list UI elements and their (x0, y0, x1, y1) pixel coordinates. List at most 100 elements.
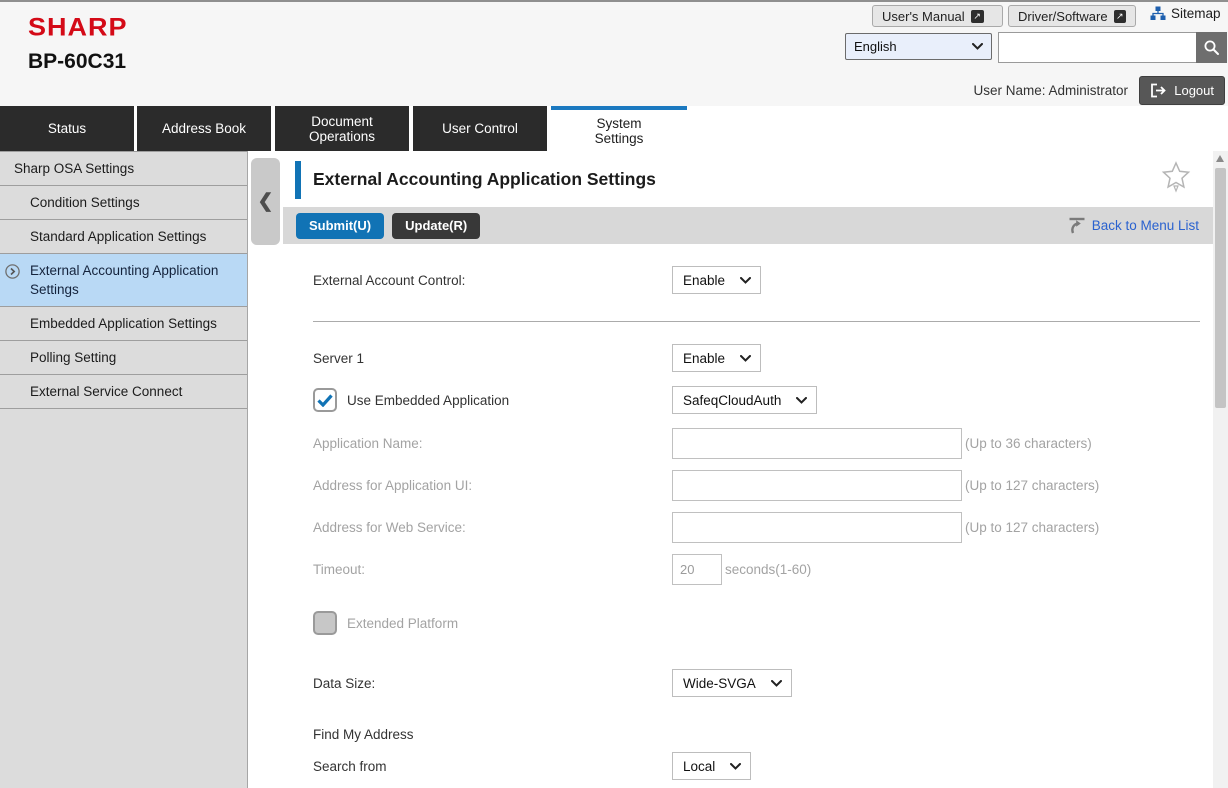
application-name-input[interactable] (672, 428, 962, 459)
timeout-row: Timeout: seconds(1-60) (313, 554, 1213, 585)
sidebar-item-external-accounting-application-settings[interactable]: External Accounting Application Settings (0, 254, 247, 307)
title-accent-bar (295, 161, 301, 199)
search-from-label: Search from (313, 759, 672, 774)
server1-row: Server 1 Enable (313, 344, 1213, 372)
main-content: External Accounting Application Settings… (283, 151, 1213, 788)
use-embedded-application-row: Use Embedded Application SafeqCloudAuth (313, 386, 1213, 414)
title-row: External Accounting Application Settings (283, 151, 1213, 207)
server1-select[interactable]: Enable (672, 344, 761, 372)
sidebar: Sharp OSA Settings Condition Settings St… (0, 151, 248, 788)
extended-platform-row: Extended Platform (313, 611, 1213, 635)
selected-value: SafeqCloudAuth (683, 393, 781, 408)
sharp-logo: SHARP (28, 13, 128, 42)
sidebar-nav: Sharp OSA Settings Condition Settings St… (0, 151, 247, 409)
external-account-control-row: External Account Control: Enable (313, 266, 1213, 294)
address-application-ui-input[interactable] (672, 470, 962, 501)
data-size-label: Data Size: (313, 676, 672, 691)
search-button[interactable] (1196, 32, 1227, 63)
sidebar-item-label: Sharp OSA Settings (14, 161, 134, 176)
logout-icon (1150, 83, 1167, 98)
sidebar-collapse-button[interactable]: ❮ (251, 158, 280, 245)
favorite-star-icon[interactable] (1161, 161, 1191, 193)
driver-software-button[interactable]: Driver/Software ↗ (1008, 5, 1136, 27)
users-manual-button[interactable]: User's Manual ↗ (872, 5, 1003, 27)
address-web-service-row: Address for Web Service: (Up to 127 char… (313, 512, 1213, 543)
logout-button[interactable]: Logout (1139, 76, 1225, 105)
address-application-ui-label: Address for Application UI: (313, 478, 672, 493)
chevron-down-icon (740, 277, 751, 284)
scrollbar-thumb[interactable] (1215, 168, 1226, 408)
external-account-control-select[interactable]: Enable (672, 266, 761, 294)
application-name-row: Application Name: (Up to 36 characters) (313, 428, 1213, 459)
tab-label: User Control (442, 121, 518, 136)
language-select[interactable]: English (845, 33, 992, 60)
section-divider (313, 321, 1200, 322)
sidebar-item-standard-application-settings[interactable]: Standard Application Settings (0, 220, 247, 254)
sidebar-item-external-service-connect[interactable]: External Service Connect (0, 375, 247, 409)
use-embedded-application-label: Use Embedded Application (347, 393, 509, 408)
vertical-scrollbar[interactable] (1213, 151, 1228, 788)
search-input[interactable] (998, 32, 1197, 63)
sidebar-item-label: External Accounting Application Settings (30, 263, 218, 297)
timeout-hint: seconds(1-60) (725, 562, 811, 577)
find-my-address-label: Find My Address (313, 727, 1213, 742)
data-size-select[interactable]: Wide-SVGA (672, 669, 792, 697)
sitemap-label: Sitemap (1171, 6, 1221, 21)
update-button[interactable]: Update(R) (392, 213, 480, 239)
sidebar-item-sharp-osa-settings[interactable]: Sharp OSA Settings (0, 152, 247, 186)
chevron-down-icon (730, 763, 741, 770)
server1-label: Server 1 (313, 351, 672, 366)
sidebar-item-embedded-application-settings[interactable]: Embedded Application Settings (0, 307, 247, 341)
extended-platform-checkbox[interactable] (313, 611, 337, 635)
sitemap-link[interactable]: Sitemap (1150, 6, 1221, 21)
action-toolbar: Submit(U) Update(R) Back to Menu List (283, 207, 1213, 244)
checkmark-icon (317, 394, 333, 407)
external-link-icon: ↗ (1114, 10, 1126, 23)
application-name-label: Application Name: (313, 436, 672, 451)
selected-value: Enable (683, 273, 725, 288)
sidebar-item-label: Embedded Application Settings (30, 316, 217, 331)
tab-system-settings[interactable]: System Settings (551, 106, 687, 151)
sidebar-item-label: Polling Setting (30, 350, 116, 365)
timeout-label: Timeout: (313, 562, 672, 577)
sidebar-item-polling-setting[interactable]: Polling Setting (0, 341, 247, 375)
current-item-arrow-icon (5, 264, 20, 279)
extended-platform-label: Extended Platform (347, 616, 458, 631)
use-embedded-application-checkbox[interactable] (313, 388, 337, 412)
chevron-down-icon (740, 355, 751, 362)
scroll-up-arrow-icon[interactable] (1216, 155, 1224, 162)
tab-user-control[interactable]: User Control (413, 106, 547, 151)
users-manual-label: User's Manual (882, 9, 965, 24)
sidebar-item-label: Condition Settings (30, 195, 140, 210)
user-name-label: User Name: Administrator (973, 83, 1128, 98)
address-web-service-hint: (Up to 127 characters) (965, 520, 1099, 535)
tab-address-book[interactable]: Address Book (137, 106, 271, 151)
back-to-menu-list-label: Back to Menu List (1092, 218, 1199, 233)
return-up-icon (1068, 217, 1086, 234)
timeout-input[interactable] (672, 554, 722, 585)
tab-label: System Settings (589, 116, 649, 146)
address-web-service-label: Address for Web Service: (313, 520, 672, 535)
address-application-ui-hint: (Up to 127 characters) (965, 478, 1099, 493)
back-to-menu-list-link[interactable]: Back to Menu List (1068, 217, 1199, 234)
selected-value: Enable (683, 351, 725, 366)
tab-status[interactable]: Status (0, 106, 134, 151)
address-application-ui-row: Address for Application UI: (Up to 127 c… (313, 470, 1213, 501)
address-web-service-input[interactable] (672, 512, 962, 543)
tab-document-operations[interactable]: Document Operations (275, 106, 409, 151)
tab-label: Status (48, 121, 86, 136)
search-from-select[interactable]: Local (672, 752, 751, 780)
page-header: SHARP BP-60C31 User's Manual ↗ Driver/So… (0, 2, 1228, 106)
settings-form: External Account Control: Enable Server … (283, 244, 1213, 780)
chevron-down-icon (771, 680, 782, 687)
selected-value: Local (683, 759, 715, 774)
application-name-hint: (Up to 36 characters) (965, 436, 1092, 451)
embedded-application-select[interactable]: SafeqCloudAuth (672, 386, 817, 414)
extended-platform-field: Extended Platform (313, 611, 672, 635)
use-embedded-application-field: Use Embedded Application (313, 388, 672, 412)
driver-software-label: Driver/Software (1018, 9, 1108, 24)
search-from-row: Search from Local (313, 752, 1213, 780)
submit-button[interactable]: Submit(U) (296, 213, 384, 239)
model-name: BP-60C31 (28, 50, 126, 74)
sidebar-item-condition-settings[interactable]: Condition Settings (0, 186, 247, 220)
